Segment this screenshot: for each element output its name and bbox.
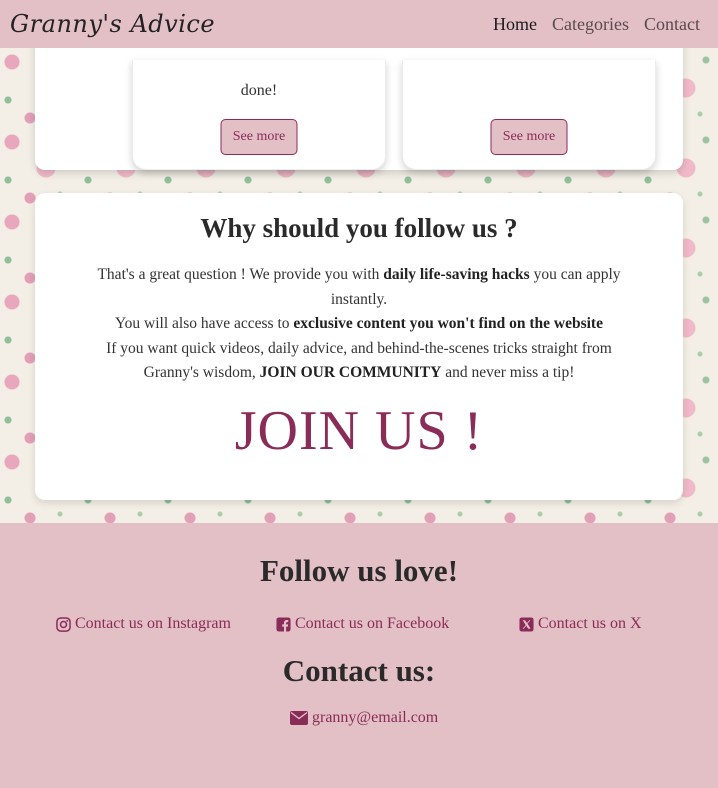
why-text: That's a great question ! We provide you… <box>97 266 384 283</box>
x-link[interactable]: Contact us on X <box>519 615 642 633</box>
category-card: done! See more <box>132 60 386 170</box>
nav-contact[interactable]: Contact <box>644 14 700 35</box>
instagram-link[interactable]: Contact us on Instagram <box>56 615 231 633</box>
contact-title: Contact us: <box>282 653 436 688</box>
why-follow-section: Why should you follow us ? That's a grea… <box>35 193 683 500</box>
why-highlight: JOIN OUR COMMUNITY <box>259 364 442 382</box>
facebook-icon <box>276 616 291 632</box>
why-title: Why should you follow us ? <box>200 213 518 243</box>
why-highlight: exclusive content you won't find on the … <box>293 315 603 333</box>
join-us-link[interactable]: JOIN US ! <box>35 399 683 463</box>
instagram-label: Contact us on Instagram <box>75 615 231 632</box>
nav-links: Home Categories Contact <box>493 14 700 35</box>
instagram-icon <box>56 616 71 632</box>
category-card: See more <box>402 60 656 170</box>
nav-home[interactable]: Home <box>493 14 537 35</box>
navbar: Granny's Advice Home Categories Contact <box>0 0 718 48</box>
email-label: granny@email.com <box>312 709 439 726</box>
brand-logo[interactable]: Granny's Advice <box>10 10 215 38</box>
email-link[interactable]: granny@email.com <box>290 709 438 727</box>
why-text: and never miss a tip! <box>441 364 575 382</box>
see-more-button[interactable]: See more <box>220 119 298 155</box>
footer: Follow us love! Contact us on Instagram … <box>0 523 718 788</box>
x-icon <box>519 616 534 632</box>
why-text: You will also have access to <box>115 315 294 333</box>
why-body: That's a great question ! We provide you… <box>95 263 623 386</box>
facebook-label: Contact us on Facebook <box>295 615 450 632</box>
nav-categories[interactable]: Categories <box>552 14 629 35</box>
why-highlight: daily life-saving hacks <box>383 266 530 283</box>
card-text: done! <box>240 82 278 99</box>
follow-title: Follow us love! <box>259 553 459 588</box>
category-panel: done! See more See more <box>35 30 683 170</box>
envelope-icon <box>290 711 308 726</box>
facebook-link[interactable]: Contact us on Facebook <box>276 615 449 633</box>
see-more-button[interactable]: See more <box>490 119 568 155</box>
x-label: Contact us on X <box>538 615 642 632</box>
